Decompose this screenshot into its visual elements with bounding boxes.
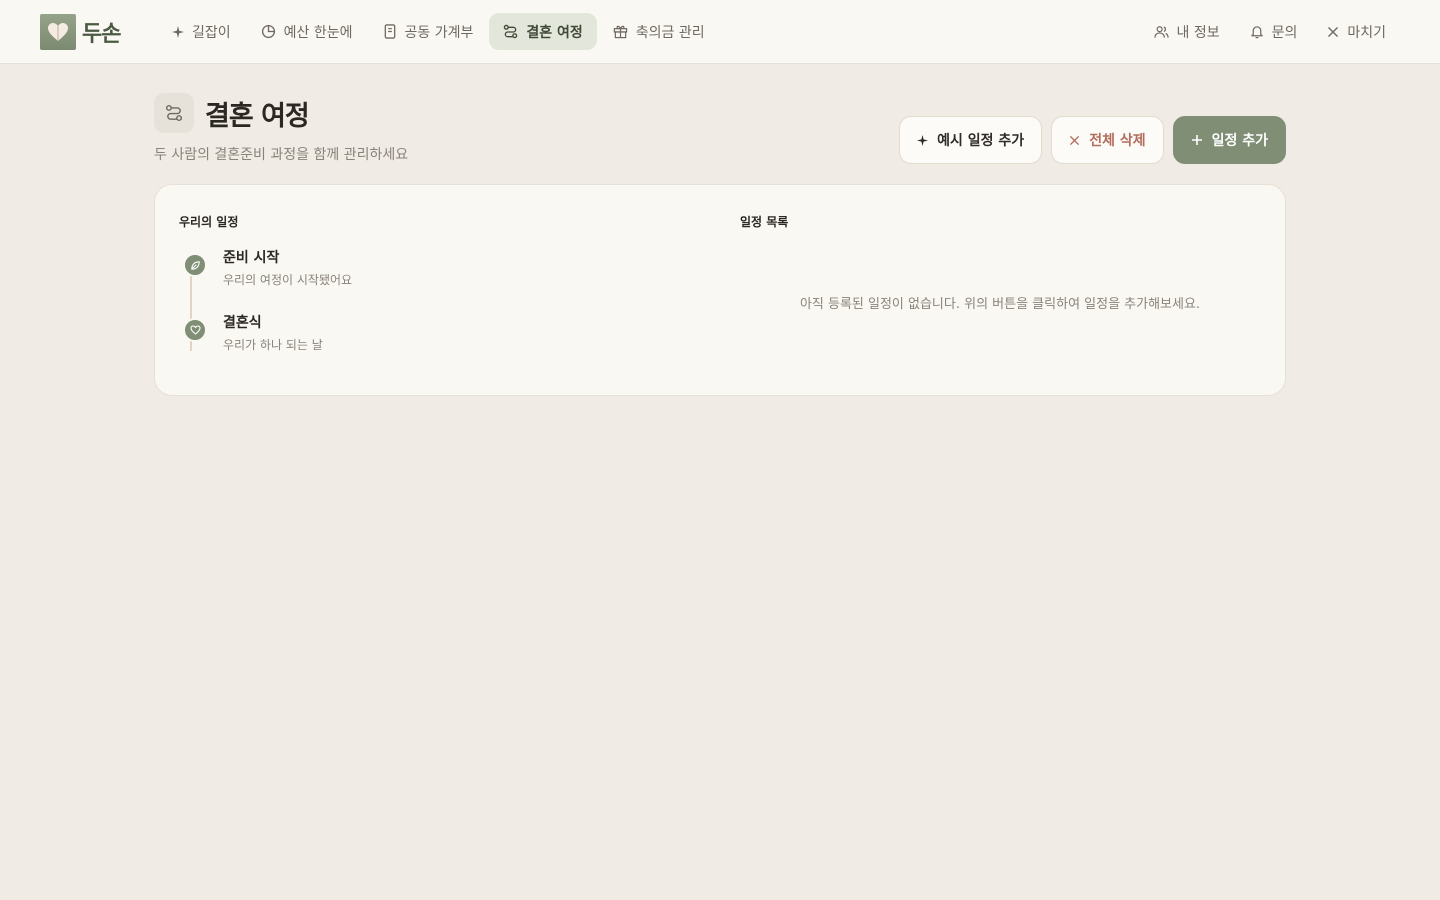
page-actions: 예시 일정 추가 전체 삭제 일정 추가 [899, 116, 1286, 164]
brand-logo[interactable]: 두손 [40, 14, 121, 50]
nav-label: 축의금 관리 [635, 24, 705, 41]
nav-label: 공동 가계부 [404, 24, 474, 41]
add-sample-schedule-button[interactable]: 예시 일정 추가 [899, 116, 1043, 164]
top-navigation-bar: 두손 길잡이 예산 한눈에 공동 가계부 결혼 여정 축의금 관리 내 정보 문… [0, 0, 1440, 64]
page-subtitle: 두 사람의 결혼준비 과정을 함께 관리하세요 [154, 147, 409, 163]
page-title: 결혼 여정 [205, 101, 310, 132]
timeline-item-title: 준비 시작 [223, 250, 280, 266]
nav-label: 결혼 여정 [526, 24, 583, 41]
heart-logo-icon [40, 14, 76, 50]
gift-icon [613, 25, 627, 39]
schedule-list-title: 일정 목록 [740, 215, 789, 229]
account-nav: 내 정보 문의 마치기 [1140, 13, 1401, 50]
sparkle-icon [917, 134, 929, 146]
timeline-item-desc: 우리의 여정이 시작됐어요 [223, 273, 353, 287]
nav-item-ledger[interactable]: 공동 가계부 [369, 13, 488, 50]
timeline-item-title: 결혼식 [223, 315, 262, 331]
notebook-icon [384, 24, 395, 39]
nav-item-finish[interactable]: 마치기 [1313, 13, 1400, 50]
timeline-item-desc: 우리가 하나 되는 날 [223, 338, 323, 352]
pie-chart-icon [261, 24, 275, 39]
nav-label: 마치기 [1347, 24, 1386, 41]
nav-item-gift-money[interactable]: 축의금 관리 [599, 13, 719, 50]
heart-icon [183, 318, 207, 342]
timeline-title: 우리의 일정 [179, 215, 239, 229]
nav-item-wedding-journey[interactable]: 결혼 여정 [489, 13, 597, 50]
users-icon [1153, 25, 1169, 38]
journey-card: 우리의 일정 준비 시작 우리의 여정이 시작됐어요 결혼식 우리가 하나 되는… [154, 184, 1286, 396]
main-nav: 길잡이 예산 한눈에 공동 가계부 결혼 여정 축의금 관리 [158, 13, 719, 50]
add-schedule-button[interactable]: 일정 추가 [1172, 116, 1286, 164]
button-label: 일정 추가 [1211, 133, 1268, 149]
plus-icon [1191, 135, 1202, 145]
route-icon [504, 24, 518, 39]
schedule-empty-message: 아직 등록된 일정이 없습니다. 위의 버튼을 클릭하여 일정을 추가해보세요. [799, 297, 1201, 312]
brand-name: 두손 [82, 21, 121, 47]
button-label: 예시 일정 추가 [937, 133, 1025, 149]
nav-item-my-info[interactable]: 내 정보 [1140, 13, 1234, 50]
route-icon [154, 93, 194, 133]
leaf-icon [183, 253, 207, 277]
close-icon [1328, 26, 1339, 37]
delete-all-button[interactable]: 전체 삭제 [1051, 116, 1164, 164]
nav-item-guide[interactable]: 길잡이 [158, 13, 245, 50]
nav-label: 예산 한눈에 [283, 24, 353, 41]
nav-label: 길잡이 [192, 24, 231, 41]
sparkle-icon [172, 25, 184, 38]
button-label: 전체 삭제 [1089, 133, 1146, 149]
nav-label: 문의 [1271, 24, 1298, 41]
nav-item-inquiry[interactable]: 문의 [1236, 13, 1312, 50]
close-icon [1070, 135, 1080, 145]
bell-icon [1250, 26, 1263, 39]
nav-item-budget[interactable]: 예산 한눈에 [247, 13, 367, 50]
nav-label: 내 정보 [1176, 24, 1220, 41]
